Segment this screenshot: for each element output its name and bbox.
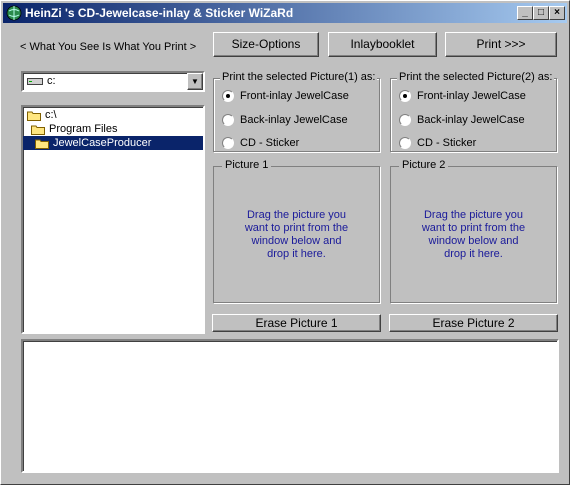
minimize-button[interactable]: _ xyxy=(517,6,533,20)
open-folder-icon xyxy=(27,111,41,121)
size-options-button[interactable]: Size-Options xyxy=(213,32,319,57)
open-folder-icon xyxy=(31,125,45,135)
picture1-options-group: Print the selected Picture(1) as: Front-… xyxy=(213,71,380,152)
picture2-option-sticker[interactable]: CD - Sticker xyxy=(399,135,476,151)
print-button[interactable]: Print >>> xyxy=(445,32,557,57)
picture2-drop-zone[interactable]: Picture 2 Drag the picture you want to p… xyxy=(390,159,557,303)
wysiwyg-label: < What You See Is What You Print > xyxy=(20,41,197,53)
tree-item-label: Program Files xyxy=(49,123,118,135)
picture1-option-sticker[interactable]: CD - Sticker xyxy=(222,135,299,151)
radio-button[interactable] xyxy=(399,114,411,126)
tree-item-program-files[interactable]: Program Files xyxy=(31,122,117,136)
picture2-options-group: Print the selected Picture(2) as: Front-… xyxy=(390,71,557,152)
tree-item-label: JewelCaseProducer xyxy=(53,137,152,149)
erase-picture2-button[interactable]: Erase Picture 2 xyxy=(389,314,558,332)
erase-picture1-button[interactable]: Erase Picture 1 xyxy=(212,314,381,332)
picture1-drop-zone[interactable]: Picture 1 Drag the picture you want to p… xyxy=(213,159,380,303)
tree-item-root[interactable]: c:\ xyxy=(27,108,57,122)
picture1-option-back[interactable]: Back-inlay JewelCase xyxy=(222,112,348,128)
window-title: HeinZi 's CD-Jewelcase-inlay & Sticker W… xyxy=(25,6,294,20)
radio-label: Back-inlay JewelCase xyxy=(240,114,348,126)
picture2-option-front[interactable]: Front-inlay JewelCase xyxy=(399,88,526,104)
drive-icon xyxy=(27,78,43,85)
picture2-hint: Drag the picture you want to print from … xyxy=(421,209,526,260)
chevron-down-icon[interactable]: ▼ xyxy=(187,73,203,90)
picture2-legend: Picture 2 xyxy=(399,159,449,171)
picture1-legend: Picture 1 xyxy=(222,159,272,171)
maximize-button[interactable]: □ xyxy=(533,6,549,20)
folder-tree[interactable]: c:\ Program Files JewelCaseProducer xyxy=(21,105,205,334)
radio-button[interactable] xyxy=(222,90,234,102)
title-bar[interactable]: HeinZi 's CD-Jewelcase-inlay & Sticker W… xyxy=(3,3,567,23)
tree-item-jewelcaseproducer[interactable]: JewelCaseProducer xyxy=(23,136,203,150)
radio-label: CD - Sticker xyxy=(417,137,477,149)
close-button[interactable]: × xyxy=(549,6,565,20)
main-window: HeinZi 's CD-Jewelcase-inlay & Sticker W… xyxy=(0,0,570,485)
radio-button[interactable] xyxy=(222,137,234,149)
picture1-hint: Drag the picture you want to print from … xyxy=(244,209,349,260)
drive-select-value: c: xyxy=(47,75,56,87)
file-browser-pane[interactable] xyxy=(21,339,559,473)
radio-button[interactable] xyxy=(399,90,411,102)
drive-select[interactable]: c: ▼ xyxy=(21,71,205,92)
picture2-option-back[interactable]: Back-inlay JewelCase xyxy=(399,112,525,128)
radio-label: Front-inlay JewelCase xyxy=(417,90,526,102)
picture1-option-front[interactable]: Front-inlay JewelCase xyxy=(222,88,349,104)
radio-label: Front-inlay JewelCase xyxy=(240,90,349,102)
open-folder-icon xyxy=(35,139,49,149)
picture2-options-legend: Print the selected Picture(2) as: xyxy=(397,71,555,83)
tree-item-label: c:\ xyxy=(45,109,57,121)
radio-button[interactable] xyxy=(222,114,234,126)
app-globe-icon xyxy=(6,5,22,21)
radio-label: CD - Sticker xyxy=(240,137,300,149)
radio-button[interactable] xyxy=(399,137,411,149)
radio-label: Back-inlay JewelCase xyxy=(417,114,525,126)
picture1-options-legend: Print the selected Picture(1) as: xyxy=(220,71,378,83)
inlaybooklet-button[interactable]: Inlaybooklet xyxy=(328,32,437,57)
